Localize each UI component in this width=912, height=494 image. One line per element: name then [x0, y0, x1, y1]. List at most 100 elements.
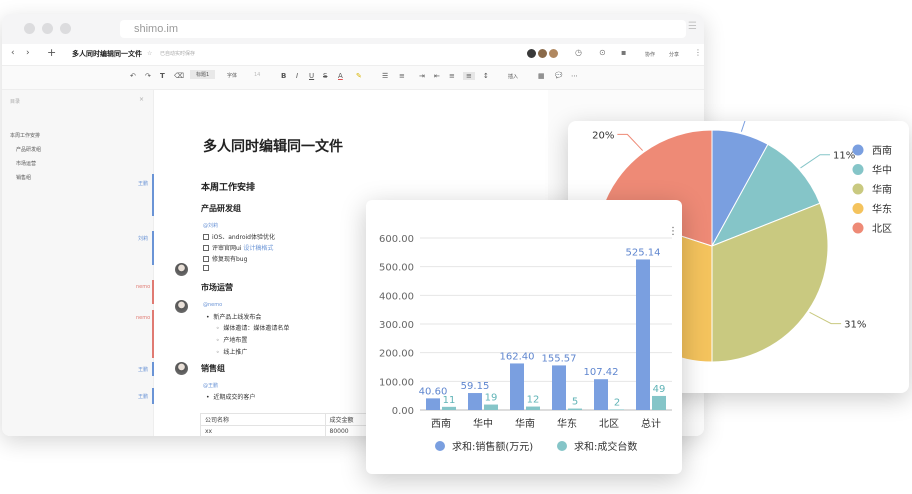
comment-tag[interactable]: nemo	[136, 315, 150, 321]
legend-item[interactable]: 求和:成交台数	[574, 440, 637, 453]
legend-item-北区[interactable]: 北区	[872, 223, 892, 235]
address-bar[interactable]: shimo.im	[120, 20, 686, 38]
more-tools-icon[interactable]: ⋯	[571, 72, 578, 80]
table-cell[interactable]: xx	[200, 425, 326, 436]
doc-link[interactable]: 设计稿格式	[243, 245, 273, 252]
list-item[interactable]: ◦ 产地布置	[216, 335, 247, 344]
group-heading-sales[interactable]: 销售组	[201, 363, 225, 374]
bar-华中-1[interactable]	[484, 404, 498, 410]
bar-北区-1[interactable]	[610, 409, 624, 410]
bar-总计-1[interactable]	[652, 395, 666, 410]
section-heading[interactable]: 本周工作安排	[201, 180, 255, 193]
legend-item-华南[interactable]: 华南	[872, 183, 892, 196]
task-item[interactable]: iOS、android体验优化	[203, 232, 275, 241]
size-select[interactable]: 14	[254, 72, 260, 78]
comment-tag[interactable]: 王鹏	[138, 366, 148, 373]
bar-北区-0[interactable]	[594, 379, 608, 410]
close-icon[interactable]: ×	[139, 96, 144, 103]
bar-华南-1[interactable]	[526, 406, 540, 410]
checkbox[interactable]	[203, 256, 209, 262]
minimize-window-dot[interactable]	[42, 23, 53, 34]
collaborate-button[interactable]: 协作	[645, 51, 655, 58]
clear-format-icon[interactable]: ⌫	[174, 72, 184, 80]
redo-icon[interactable]: ↷	[145, 72, 151, 80]
list-item[interactable]: ◦ 线上推广	[216, 347, 247, 356]
numbered-list-button[interactable]: ≡	[399, 72, 405, 80]
avatar[interactable]	[175, 263, 188, 276]
bar-西南-0[interactable]	[426, 398, 440, 410]
undo-icon[interactable]: ↶	[130, 72, 136, 80]
legend-item-华中[interactable]: 华中	[872, 164, 892, 177]
mention[interactable]: @王鹏	[203, 382, 218, 389]
back-button[interactable]: ‹	[11, 48, 15, 58]
bar-华中-0[interactable]	[468, 393, 482, 410]
align-left-button[interactable]: ≡	[449, 72, 455, 80]
comment-icon[interactable]: 💬	[555, 72, 562, 79]
legend-item[interactable]: 求和:销售额(万元)	[452, 440, 533, 453]
list-item[interactable]: ◦ 媒体邀请：媒体邀请名单	[216, 323, 289, 332]
font-select[interactable]: 字体	[227, 72, 237, 79]
video-icon[interactable]: ▪	[621, 48, 626, 57]
new-doc-button[interactable]: +	[47, 46, 56, 59]
style-select[interactable]: 标题1	[190, 70, 216, 79]
history-icon[interactable]: ◷	[575, 48, 582, 57]
highlight-button[interactable]: ✎	[356, 72, 362, 80]
close-window-dot[interactable]	[24, 23, 35, 34]
bar-华东-0[interactable]	[552, 365, 566, 410]
italic-button[interactable]: I	[296, 72, 298, 80]
format-painter-icon[interactable]: T	[160, 72, 165, 80]
checkbox[interactable]	[203, 245, 209, 251]
share-button[interactable]: 分享	[669, 51, 679, 58]
bullet-list-button[interactable]: ☰	[382, 72, 388, 80]
avatar[interactable]	[175, 300, 188, 313]
more-icon[interactable]: ⋮	[694, 48, 702, 57]
group-heading-marketing[interactable]: 市场运营	[201, 282, 233, 293]
comment-tag[interactable]: 王鹏	[138, 393, 148, 400]
doc-title[interactable]: 多人同时编辑同一文件	[203, 136, 343, 156]
line-height-button[interactable]: ↕	[483, 72, 489, 80]
sidebar-item-sales[interactable]: 销售组	[16, 174, 31, 181]
bar-华东-1[interactable]	[568, 408, 582, 410]
task-item[interactable]: 修复现有bug	[203, 254, 247, 263]
task-item[interactable]: 评审官网ui 设计稿格式	[203, 243, 273, 252]
maximize-window-dot[interactable]	[60, 23, 71, 34]
table-header[interactable]: 公司名称	[200, 413, 326, 426]
strikethrough-button[interactable]: S	[323, 72, 327, 80]
font-color-button[interactable]: A	[338, 72, 343, 80]
sidebar-item-marketing[interactable]: 市场运营	[16, 160, 36, 167]
collaborator-avatar[interactable]	[537, 48, 548, 59]
bar-总计-0[interactable]	[636, 259, 650, 410]
forward-button[interactable]: ›	[26, 48, 30, 58]
list-item[interactable]: • 近期成交的客户	[206, 392, 255, 401]
settings-icon[interactable]: ⊙	[599, 48, 606, 57]
bar-西南-1[interactable]	[442, 406, 456, 410]
collaborator-avatar[interactable]	[548, 48, 559, 59]
group-heading-rd[interactable]: 产品研发组	[201, 203, 241, 214]
comment-tag[interactable]: 王鹏	[138, 180, 148, 187]
comment-tag[interactable]: nemo	[136, 284, 150, 290]
list-item[interactable]: • 新产品上线发布会	[206, 312, 261, 321]
hamburger-icon[interactable]: ☰	[688, 21, 697, 32]
checkbox[interactable]	[203, 234, 209, 240]
outdent-button[interactable]: ⇤	[434, 72, 440, 80]
bar-华南-0[interactable]	[510, 363, 524, 410]
underline-button[interactable]: U	[309, 72, 314, 80]
bold-button[interactable]: B	[281, 72, 286, 80]
indent-button[interactable]: ⇥	[419, 72, 425, 80]
comment-tag[interactable]: 刘莉	[138, 235, 148, 242]
avatar[interactable]	[175, 362, 188, 375]
collaborator-avatar[interactable]	[526, 48, 537, 59]
legend-item-西南[interactable]: 西南	[872, 144, 892, 157]
more-options-icon[interactable]: ⋮	[668, 226, 678, 237]
star-icon[interactable]: ☆	[147, 50, 152, 57]
table-icon[interactable]: ▦	[538, 72, 545, 80]
checkbox[interactable]	[203, 265, 209, 271]
insert-menu[interactable]: 插入	[508, 73, 518, 80]
mention[interactable]: @刘莉	[203, 222, 218, 229]
mention[interactable]: @nemo	[203, 302, 222, 308]
legend-item-华东[interactable]: 华东	[872, 203, 892, 216]
sidebar-item-rd[interactable]: 产品研发组	[16, 146, 41, 153]
task-item[interactable]	[203, 265, 212, 272]
sidebar-item-weekly[interactable]: 本周工作安排	[10, 132, 40, 139]
align-center-button[interactable]: ≡	[463, 72, 475, 80]
